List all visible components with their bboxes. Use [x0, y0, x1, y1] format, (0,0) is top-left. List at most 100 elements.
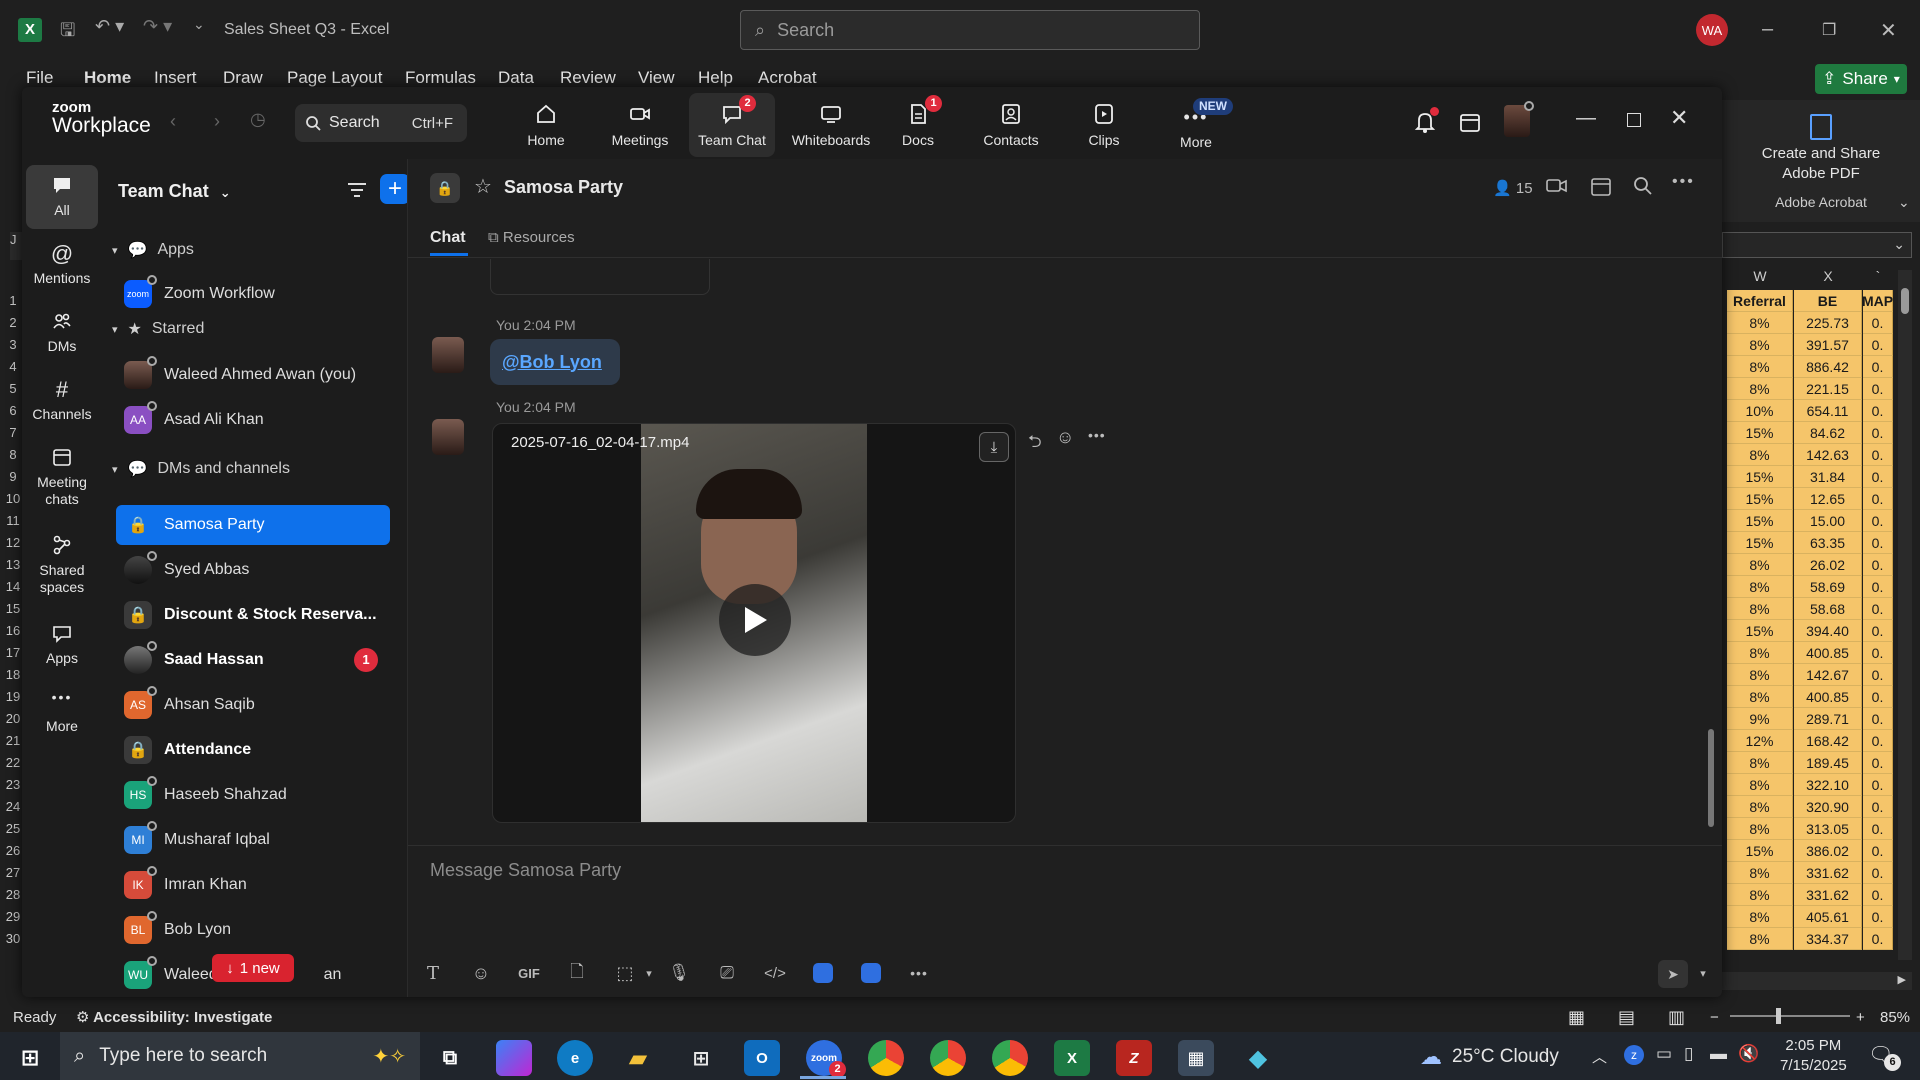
- page-layout-view-icon[interactable]: ▤: [1618, 1007, 1635, 1028]
- play-button[interactable]: [719, 584, 791, 656]
- nav-clips[interactable]: Clips: [1061, 93, 1147, 157]
- table-cell[interactable]: 0.: [1863, 752, 1893, 774]
- table-cell[interactable]: 8%: [1727, 774, 1793, 796]
- table-cell[interactable]: 15%: [1727, 840, 1793, 862]
- back-arrow-icon[interactable]: ‹: [170, 111, 176, 132]
- excel-search-box[interactable]: ⌕ Search: [740, 10, 1200, 50]
- chevron-down-icon[interactable]: ▾: [1690, 960, 1716, 986]
- table-cell[interactable]: 142.63: [1794, 444, 1862, 466]
- rail-dms[interactable]: DMs: [26, 301, 98, 360]
- zoom-out-icon[interactable]: −: [1710, 1009, 1719, 1026]
- table-cell[interactable]: 289.71: [1794, 708, 1862, 730]
- rail-channels[interactable]: # Channels: [26, 369, 98, 428]
- profile-avatar[interactable]: [1504, 101, 1534, 137]
- zoom-taskbar-icon[interactable]: zoom 2: [806, 1040, 846, 1078]
- table-cell[interactable]: 0.: [1863, 554, 1893, 576]
- rail-all[interactable]: All: [26, 165, 98, 229]
- video-attachment[interactable]: 2025-07-16_02-04-17.mp4 ⤓: [492, 423, 1016, 823]
- excel-user-avatar[interactable]: WA: [1696, 14, 1728, 46]
- nav-contacts[interactable]: Contacts: [968, 93, 1054, 157]
- screenshot-icon[interactable]: ⬚: [612, 960, 638, 986]
- save-icon[interactable]: 🖫: [60, 18, 75, 48]
- column-header-y[interactable]: `: [1863, 268, 1893, 290]
- section-dms-channels[interactable]: ▾ 💬 DMs and channels: [112, 459, 290, 479]
- table-cell[interactable]: 386.02: [1794, 840, 1862, 862]
- table-cell[interactable]: 400.85: [1794, 642, 1862, 664]
- table-cell[interactable]: 886.42: [1794, 356, 1862, 378]
- table-cell[interactable]: 0.: [1863, 906, 1893, 928]
- chat-scrollbar[interactable]: [1706, 259, 1716, 843]
- ribbon-tab-review[interactable]: Review: [560, 68, 616, 88]
- table-cell[interactable]: 58.68: [1794, 598, 1862, 620]
- nav-more[interactable]: ••• More NEW: [1153, 93, 1239, 157]
- table-cell[interactable]: 334.37: [1794, 928, 1862, 950]
- microphone-icon[interactable]: 🎙: [666, 960, 692, 986]
- table-cell[interactable]: 0.: [1863, 510, 1893, 532]
- notification-bell-icon[interactable]: [1413, 107, 1439, 140]
- table-cell[interactable]: 8%: [1727, 444, 1793, 466]
- send-icon[interactable]: ➤: [1658, 960, 1688, 988]
- zoom-slider-thumb[interactable]: [1776, 1008, 1781, 1024]
- zoom-chat-app-icon[interactable]: [858, 960, 884, 986]
- chat-title[interactable]: Samosa Party: [504, 177, 623, 198]
- normal-view-icon[interactable]: ▦: [1568, 1007, 1585, 1028]
- more-options-icon[interactable]: •••: [1672, 173, 1695, 191]
- weather-widget[interactable]: ☁ 25°C Cloudy: [1420, 1044, 1559, 1070]
- avatar[interactable]: [432, 419, 464, 455]
- table-cell[interactable]: 63.35: [1794, 532, 1862, 554]
- table-cell[interactable]: 8%: [1727, 796, 1793, 818]
- table-cell[interactable]: 84.62: [1794, 422, 1862, 444]
- sidebar-item-discount-stock[interactable]: 🔒 Discount & Stock Reserva...: [116, 595, 390, 635]
- ribbon-tab-file[interactable]: File: [26, 68, 53, 88]
- table-cell[interactable]: 394.40: [1794, 620, 1862, 642]
- rail-apps[interactable]: Apps: [26, 613, 98, 672]
- sidebar-title[interactable]: Team Chat ⌄: [118, 181, 231, 202]
- column-header-w[interactable]: W: [1727, 268, 1793, 290]
- table-cell[interactable]: 320.90: [1794, 796, 1862, 818]
- table-cell[interactable]: 9%: [1727, 708, 1793, 730]
- table-cell[interactable]: 0.: [1863, 642, 1893, 664]
- calendar-icon[interactable]: [1459, 111, 1481, 138]
- chrome-icon[interactable]: [992, 1040, 1028, 1076]
- table-cell[interactable]: 0.: [1863, 664, 1893, 686]
- create-share-pdf-button[interactable]: Create and Share Adobe PDF: [1751, 144, 1891, 184]
- calendar-icon[interactable]: [1590, 175, 1612, 202]
- table-cell[interactable]: 189.45: [1794, 752, 1862, 774]
- members-count[interactable]: 👤 15: [1493, 179, 1533, 197]
- edge-icon[interactable]: e: [557, 1040, 593, 1076]
- table-cell[interactable]: 0.: [1863, 620, 1893, 642]
- column-title-cell[interactable]: BE: [1794, 290, 1862, 312]
- ribbon-tab-insert[interactable]: Insert: [154, 68, 197, 88]
- table-cell[interactable]: 8%: [1727, 664, 1793, 686]
- table-cell[interactable]: 0.: [1863, 576, 1893, 598]
- close-icon[interactable]: ✕: [1670, 105, 1688, 131]
- table-cell[interactable]: 31.84: [1794, 466, 1862, 488]
- ribbon-tab-data[interactable]: Data: [498, 68, 534, 88]
- star-outline-icon[interactable]: ☆: [474, 174, 492, 199]
- nav-team-chat[interactable]: Team Chat 2: [689, 93, 775, 157]
- table-cell[interactable]: 0.: [1863, 466, 1893, 488]
- sidebar-item-imran-khan[interactable]: IK Imran Khan: [116, 865, 390, 905]
- table-cell[interactable]: 225.73: [1794, 312, 1862, 334]
- store-icon[interactable]: ⊞: [683, 1040, 719, 1076]
- nav-whiteboards[interactable]: Whiteboards: [782, 93, 880, 157]
- zoom-slider[interactable]: [1730, 1015, 1850, 1017]
- table-cell[interactable]: 0.: [1863, 730, 1893, 752]
- table-cell[interactable]: 0.: [1863, 378, 1893, 400]
- excel-close-icon[interactable]: ✕: [1880, 18, 1897, 43]
- table-cell[interactable]: 0.: [1863, 334, 1893, 356]
- format-text-icon[interactable]: T: [420, 960, 446, 986]
- file-explorer-icon[interactable]: ▰: [620, 1040, 656, 1076]
- new-chat-plus-button[interactable]: +: [380, 174, 410, 204]
- table-cell[interactable]: 8%: [1727, 818, 1793, 840]
- table-cell[interactable]: 221.15: [1794, 378, 1862, 400]
- table-cell[interactable]: 8%: [1727, 378, 1793, 400]
- table-cell[interactable]: 26.02: [1794, 554, 1862, 576]
- page-break-view-icon[interactable]: ▥: [1668, 1007, 1685, 1028]
- table-cell[interactable]: 0.: [1863, 532, 1893, 554]
- windows-start-icon[interactable]: ⊞: [12, 1040, 48, 1076]
- network-icon[interactable]: ▭: [1656, 1044, 1672, 1064]
- table-cell[interactable]: 331.62: [1794, 862, 1862, 884]
- table-cell[interactable]: 8%: [1727, 554, 1793, 576]
- table-cell[interactable]: 15%: [1727, 510, 1793, 532]
